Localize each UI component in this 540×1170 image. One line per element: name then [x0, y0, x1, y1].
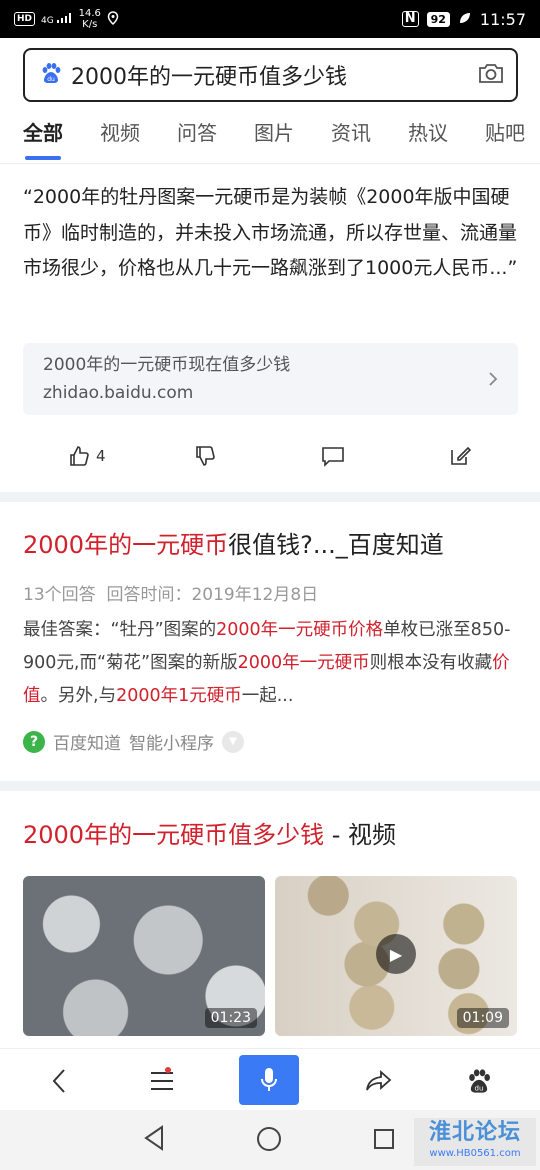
result-title-highlight: 2000年的一元硬币值多少钱	[23, 821, 325, 849]
share-button[interactable]	[362, 1057, 396, 1105]
tab-images[interactable]: 图片	[254, 108, 294, 163]
featured-answer-text[interactable]: “2000年的牡丹图案一元硬币是为装帧《2000年版中国硬币》临时制造的，并未投…	[23, 180, 523, 287]
back-arrow-icon	[52, 1069, 65, 1093]
battery-icon: 92	[426, 11, 450, 27]
notification-dot	[165, 1067, 171, 1073]
square-recents-icon	[374, 1129, 394, 1149]
snippet-text: 最佳答案：“牡丹”图案的	[23, 620, 217, 640]
circle-home-icon	[257, 1127, 281, 1151]
result-title-zhidao[interactable]: 2000年的一元硬币很值钱?..._百度知道	[23, 528, 444, 562]
snippet-highlight: 2000年一元硬币价格	[216, 620, 384, 640]
back-button[interactable]	[44, 1057, 74, 1105]
nav-home-button[interactable]	[256, 1126, 282, 1156]
result-meta: 13个回答 回答时间：2019年12月8日	[23, 580, 318, 605]
baidu-paw-icon: du	[469, 1069, 490, 1093]
hd-badge: HD	[14, 12, 36, 26]
search-input[interactable]: 2000年的一元硬币值多少钱	[71, 59, 478, 91]
tab-tieba[interactable]: 贴吧	[485, 108, 525, 163]
tab-all[interactable]: 全部	[23, 108, 63, 163]
baidu-paw-icon: du	[39, 61, 63, 89]
tab-bar: 全部 视频 问答 图片 资讯 热议 贴吧	[0, 108, 540, 164]
chevron-right-icon	[488, 371, 498, 392]
clock: 11:57	[479, 9, 526, 29]
play-icon[interactable]: ▶	[376, 934, 416, 974]
menu-icon	[151, 1072, 173, 1090]
result-source[interactable]: ? 百度知道 智能小程序 ▼	[23, 729, 244, 754]
dislike-button[interactable]	[194, 445, 216, 467]
like-count: 4	[96, 447, 106, 465]
snippet-highlight: 2000年一元硬币	[237, 653, 370, 673]
snippet-highlight: 2000年1元硬币	[116, 686, 242, 706]
video-thumbnail-1[interactable]: 01:23	[23, 876, 265, 1036]
network-speed: 14.6 K/s	[79, 8, 101, 30]
speed-value: 14.6	[78, 8, 101, 19]
nfc-icon: N	[401, 11, 419, 27]
edit-icon	[451, 446, 471, 465]
zhidao-logo-icon: ?	[23, 730, 45, 753]
share-icon	[366, 1069, 392, 1091]
like-button[interactable]: 4	[68, 445, 106, 467]
svg-text:du: du	[47, 76, 55, 83]
triangle-back-icon	[144, 1125, 163, 1151]
source-tag: 智能小程序	[129, 734, 214, 754]
section-divider	[0, 781, 540, 791]
source-url: zhidao.baidu.com	[43, 383, 194, 403]
answer-count: 13个回答	[23, 585, 96, 605]
forum-watermark: 淮北论坛 www.HB0561.com	[414, 1118, 536, 1166]
thumbs-up-icon	[70, 446, 89, 466]
snippet-text: 。另外,与	[40, 686, 117, 706]
signal-strength-icon: 4G	[41, 12, 73, 26]
tab-video[interactable]: 视频	[100, 108, 140, 163]
location-icon	[107, 10, 119, 28]
result-snippet[interactable]: 最佳答案：“牡丹”图案的2000年一元硬币价格单枚已涨至850-900元,而“菊…	[23, 614, 518, 713]
leaf-icon	[458, 10, 472, 29]
network-type: 4G	[41, 15, 54, 26]
answer-actions: 4	[0, 436, 540, 476]
snippet-text: 则根本没有收藏	[369, 653, 493, 673]
baidu-home-button[interactable]: du	[462, 1057, 496, 1105]
tab-news[interactable]: 资讯	[331, 108, 371, 163]
voice-search-button[interactable]	[239, 1055, 299, 1105]
watermark-title: 淮北论坛	[428, 1120, 521, 1145]
nav-recents-button[interactable]	[373, 1128, 395, 1154]
edit-button[interactable]	[449, 445, 471, 467]
video-duration: 01:09	[456, 1008, 509, 1028]
svg-text:du: du	[475, 1084, 484, 1092]
tab-qa[interactable]: 问答	[177, 108, 217, 163]
result-title-rest: 很值钱?..._百度知道	[228, 531, 444, 559]
menu-button[interactable]	[145, 1057, 179, 1105]
watermark-url: www.HB0561.com	[429, 1148, 521, 1159]
result-title-highlight: 2000年的一元硬币	[23, 531, 229, 559]
snippet-text: 一起...	[241, 686, 294, 706]
featured-answer-source[interactable]: 2000年的一元硬币现在值多少钱 zhidao.baidu.com	[23, 343, 518, 415]
nav-back-button[interactable]	[142, 1124, 166, 1156]
comment-icon	[322, 447, 344, 467]
source-title: 2000年的一元硬币现在值多少钱	[43, 355, 291, 375]
source-name: 百度知道	[53, 734, 121, 754]
status-bar: HD 4G 14.6 K/s N 92 11:57	[0, 0, 540, 38]
answer-time: 回答时间：2019年12月8日	[106, 585, 319, 605]
camera-icon[interactable]	[478, 62, 504, 88]
search-bar[interactable]: du 2000年的一元硬币值多少钱	[23, 48, 518, 102]
video-duration: 01:23	[204, 1008, 257, 1028]
comment-button[interactable]	[321, 445, 345, 467]
microphone-icon	[261, 1068, 277, 1091]
result-title-video[interactable]: 2000年的一元硬币值多少钱 - 视频	[23, 818, 396, 852]
video-thumbnail-2[interactable]: ▶ 01:09	[275, 876, 517, 1036]
tab-discussion[interactable]: 热议	[408, 108, 448, 163]
section-divider	[0, 492, 540, 502]
bottom-toolbar: du	[0, 1048, 540, 1110]
thumbs-down-icon	[196, 446, 215, 466]
speed-unit: K/s	[82, 19, 98, 30]
chevron-down-icon[interactable]: ▼	[222, 730, 244, 753]
result-title-rest: - 视频	[324, 821, 396, 849]
